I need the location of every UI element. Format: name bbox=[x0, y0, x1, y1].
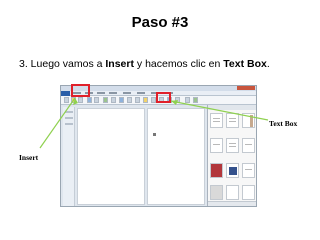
instruction-suffix: . bbox=[266, 58, 270, 70]
text-box-gallery bbox=[207, 105, 256, 206]
cursor-marker bbox=[153, 133, 156, 136]
gallery-footer[interactable] bbox=[208, 201, 256, 206]
text-box-label: Text Box bbox=[269, 119, 298, 128]
ribbon-button[interactable] bbox=[64, 97, 69, 103]
window-controls[interactable] bbox=[237, 86, 255, 90]
slide-title: Paso #3 bbox=[131, 14, 189, 31]
document-page-2[interactable] bbox=[147, 108, 205, 205]
text-box-option[interactable] bbox=[242, 185, 255, 200]
gallery-header bbox=[208, 105, 256, 110]
instruction-middle: y hacemos clic en bbox=[133, 58, 224, 70]
tab-design[interactable] bbox=[97, 92, 105, 94]
ribbon-button[interactable] bbox=[71, 97, 76, 103]
document-page[interactable] bbox=[77, 108, 145, 205]
text-box-highlight bbox=[156, 92, 171, 103]
ribbon-button[interactable] bbox=[135, 97, 140, 103]
text-box-option[interactable] bbox=[210, 163, 223, 178]
instruction-textbox-word: Text Box bbox=[223, 58, 267, 70]
text-box-option[interactable] bbox=[242, 113, 255, 128]
word-screenshot bbox=[60, 85, 257, 207]
text-box-option[interactable] bbox=[226, 138, 239, 153]
ribbon-button[interactable] bbox=[78, 97, 83, 103]
text-box-option[interactable] bbox=[210, 138, 223, 153]
ribbon-button[interactable] bbox=[193, 97, 198, 103]
tab-references[interactable] bbox=[123, 92, 131, 94]
text-box-option[interactable] bbox=[210, 113, 223, 128]
ribbon-button[interactable] bbox=[175, 97, 180, 103]
ribbon-button[interactable] bbox=[94, 97, 99, 103]
insert-tab-highlight bbox=[71, 84, 90, 97]
ribbon-button[interactable] bbox=[143, 97, 148, 103]
ribbon-button[interactable] bbox=[103, 97, 108, 103]
ribbon-button[interactable] bbox=[111, 97, 116, 103]
instruction-text: 3. Luego vamos a Insert y hacemos clic e… bbox=[19, 58, 270, 70]
ribbon-button[interactable] bbox=[127, 97, 132, 103]
ribbon-button[interactable] bbox=[185, 97, 190, 103]
text-box-option[interactable] bbox=[242, 163, 255, 178]
text-box-option[interactable] bbox=[226, 163, 239, 178]
tab-mailings[interactable] bbox=[137, 92, 145, 94]
instruction-prefix: 3. Luego vamos a bbox=[19, 58, 106, 70]
ribbon-button[interactable] bbox=[119, 97, 124, 103]
ribbon-button[interactable] bbox=[87, 97, 92, 103]
navigation-pane bbox=[63, 107, 75, 206]
text-box-option[interactable] bbox=[242, 138, 255, 153]
text-box-option[interactable] bbox=[210, 185, 223, 200]
text-box-option[interactable] bbox=[226, 113, 239, 128]
text-box-option[interactable] bbox=[226, 185, 239, 200]
insert-label: Insert bbox=[19, 153, 39, 162]
tab-page-layout[interactable] bbox=[109, 92, 117, 94]
instruction-insert-word: Insert bbox=[105, 58, 134, 70]
